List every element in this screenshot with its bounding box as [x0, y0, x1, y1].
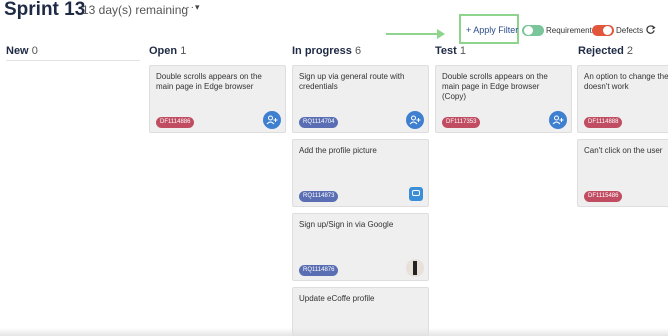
column-open-header: Open 1 [149, 45, 186, 57]
task-card[interactable]: Can't click on the user DF1115486 [577, 139, 668, 207]
card-id-badge: RQ1114873 [299, 191, 339, 202]
column-count: 1 [459, 45, 466, 57]
card-title: Update eCoffe profile [299, 294, 375, 303]
card-id-badge: DF1114886 [156, 117, 195, 128]
defects-label: Defects [616, 26, 644, 35]
task-card[interactable]: An option to change the theme doesn't wo… [577, 65, 668, 133]
task-card[interactable]: Sign up via general route with credentia… [292, 65, 429, 133]
rejected-column-clip: An option to change the theme doesn't wo… [577, 65, 668, 215]
card-title: Sign up/Sign in via Google [299, 220, 394, 229]
card-title: Sign up via general route with credentia… [299, 72, 405, 91]
user-avatar-icon[interactable] [409, 187, 423, 201]
bottom-shadow [0, 328, 668, 336]
requirements-label: Requirements [546, 26, 596, 35]
column-name: New [6, 45, 29, 57]
card-id-badge: DF1117353 [442, 117, 481, 128]
column-rejected-header: Rejected 2 [578, 45, 633, 57]
task-card[interactable]: Sign up/Sign in via Google RQ1114876 [292, 213, 429, 281]
card-title: Add the profile picture [299, 146, 377, 155]
add-assignee-icon[interactable] [263, 111, 281, 129]
column-name: Rejected [578, 45, 624, 57]
toggle-knob [524, 26, 533, 35]
column-divider [6, 60, 140, 61]
requirements-toggle[interactable] [522, 25, 544, 36]
column-count: 0 [31, 45, 38, 57]
card-title: Double scrolls appears on the main page … [156, 72, 262, 91]
column-count: 1 [180, 45, 187, 57]
ellipsis-icon[interactable]: ··· [182, 2, 195, 13]
column-name: In progress [292, 45, 352, 57]
add-assignee-icon[interactable] [406, 111, 424, 129]
task-card[interactable]: Double scrolls appears on the main page … [149, 65, 286, 133]
apply-filter-button[interactable]: + Apply Filter [466, 25, 518, 35]
card-title: An option to change the theme doesn't wo… [584, 72, 668, 91]
caret-down-icon[interactable]: ▾ [195, 2, 200, 13]
task-card[interactable]: Double scrolls appears on the main page … [435, 65, 572, 133]
task-card[interactable]: Add the profile picture RQ1114873 [292, 139, 429, 207]
defects-toggle[interactable] [592, 25, 614, 36]
column-name: Open [149, 45, 178, 57]
column-count: 2 [626, 45, 634, 57]
days-remaining: 13 day(s) remaining [82, 3, 189, 17]
add-assignee-icon[interactable] [549, 111, 567, 129]
card-title: Can't click on the user [584, 146, 663, 155]
column-new-header: New 0 [6, 45, 38, 57]
sprint-title: Sprint 13 [4, 0, 86, 20]
card-id-badge: RQ1114704 [299, 117, 339, 128]
toggle-knob [603, 26, 612, 35]
column-name: Test [435, 45, 457, 57]
card-id-badge: DF1115486 [584, 191, 623, 202]
column-count: 6 [354, 45, 362, 57]
card-id-badge: RQ1114876 [299, 265, 339, 276]
highlight-arrow [386, 33, 438, 35]
column-test-header: Test 1 [435, 45, 466, 57]
user-photo[interactable] [406, 259, 424, 277]
card-title: Double scrolls appears on the main page … [442, 72, 548, 101]
refresh-icon[interactable] [645, 24, 656, 35]
card-id-badge: DF1114888 [584, 117, 623, 128]
column-in-progress-header: In progress 6 [292, 45, 361, 57]
highlight-arrow-head [437, 29, 445, 39]
